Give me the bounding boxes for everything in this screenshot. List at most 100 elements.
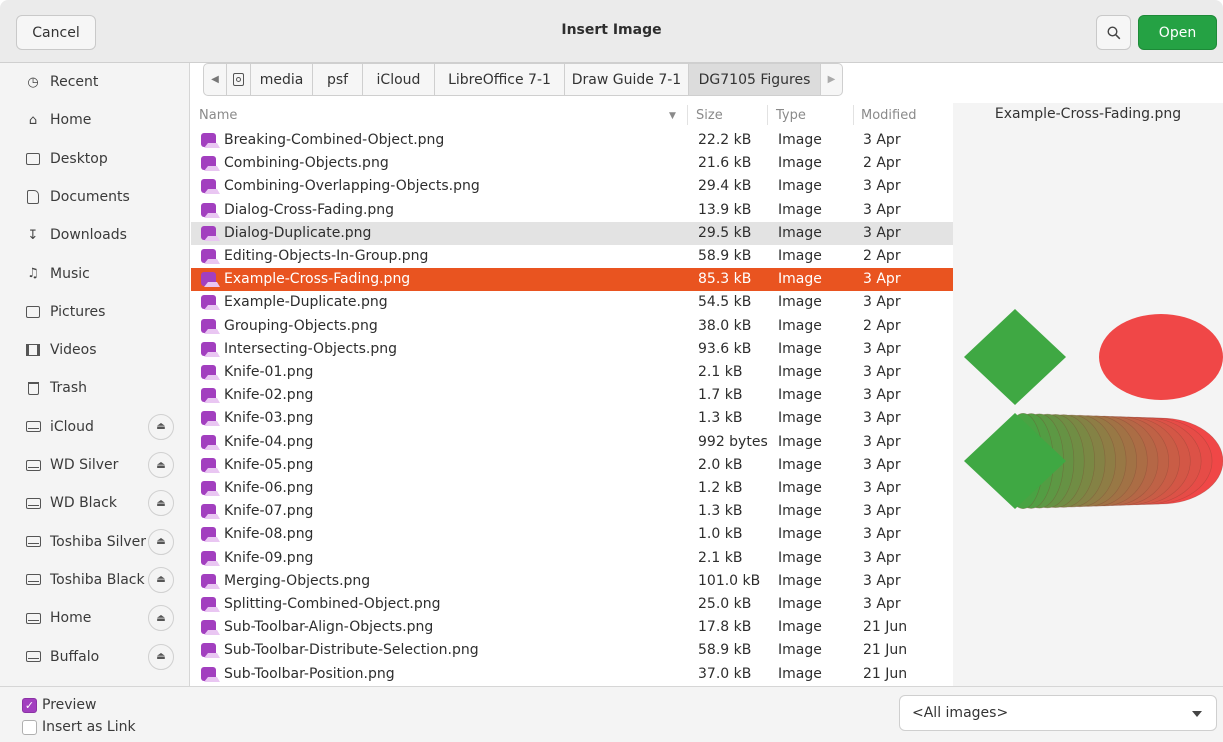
document-icon	[25, 189, 41, 205]
path-forward-button[interactable]: ▶	[821, 63, 843, 96]
column-name[interactable]: Name	[199, 108, 237, 123]
eject-icon[interactable]: ⏏	[148, 605, 174, 632]
file-name: Example-Cross-Fading.png	[224, 271, 411, 288]
file-row[interactable]: Breaking-Combined-Object.png 22.2 kB Image…	[191, 129, 953, 152]
crumb-media[interactable]: media	[251, 63, 313, 96]
file-modified: 3 Apr	[863, 201, 901, 218]
file-modified: 21 Jun	[863, 619, 908, 636]
file-row[interactable]: Example-Cross-Fading.png 85.3 kB Image 3 Ap…	[191, 268, 953, 292]
path-back-button[interactable]: ◀	[203, 63, 227, 96]
file-row[interactable]: Dialog-Duplicate.png 29.5 kB Image 3 Apr	[191, 221, 953, 245]
column-size[interactable]: Size	[696, 108, 723, 123]
sidebar-item-downloads[interactable]: ↧ Downloads	[0, 216, 190, 254]
preview-checkbox[interactable]: ✓	[22, 698, 37, 713]
sidebar-item-toshiba-silver[interactable]: Toshiba Silver ⏏	[0, 523, 190, 561]
file-row[interactable]: Editing-Objects-In-Group.png 58.9 kB Image…	[191, 245, 953, 268]
file-row[interactable]: Sub-Toolbar-Position.png 37.0 kB Image 21 J…	[191, 663, 953, 686]
file-row[interactable]: Sub-Toolbar-Align-Objects.png 17.8 kB Imag…	[191, 616, 953, 639]
file-row[interactable]: Example-Duplicate.png 54.5 kB Image 3 Apr	[191, 291, 953, 314]
crumb-draw-guide[interactable]: Draw Guide 7-1	[565, 63, 689, 96]
file-row[interactable]: Knife-09.png 2.1 kB Image 3 Apr	[191, 547, 953, 570]
insert-as-link-checkbox[interactable]	[22, 720, 37, 735]
sidebar-item-label: Desktop	[50, 150, 108, 167]
eject-icon[interactable]: ⏏	[148, 490, 174, 517]
sidebar-item-recent[interactable]: ◷ Recent	[0, 63, 190, 101]
file-size: 1.2 kB	[698, 480, 743, 496]
sidebar-item-toshiba-black[interactable]: Toshiba Black ⏏	[0, 561, 190, 599]
preview-checkbox-label[interactable]: Preview	[42, 697, 97, 713]
file-list[interactable]: Name ▼ Size Type Modified Breaking-Combi…	[191, 103, 953, 686]
file-row[interactable]: Knife-04.png 992 bytes Image 3 Apr	[191, 431, 953, 454]
file-row[interactable]: Grouping-Objects.png 38.0 kB Image 2 Apr	[191, 315, 953, 338]
file-type: Image	[778, 596, 822, 612]
open-button[interactable]: Open	[1138, 15, 1217, 50]
sidebar-item-label: Documents	[50, 188, 130, 205]
eject-icon[interactable]: ⏏	[148, 643, 174, 670]
file-type-filter[interactable]: <All images>	[899, 695, 1217, 731]
file-size: 1.0 kB	[698, 526, 743, 543]
dropdown-arrow-icon	[1192, 711, 1202, 717]
file-modified: 3 Apr	[863, 340, 901, 357]
image-file-icon	[201, 295, 220, 311]
file-row[interactable]: Knife-02.png 1.7 kB Image 3 Apr	[191, 384, 953, 407]
file-modified: 3 Apr	[863, 549, 901, 566]
file-size: 13.9 kB	[698, 201, 752, 218]
file-row[interactable]: Knife-05.png 2.0 kB Image 3 Apr	[191, 454, 953, 477]
sidebar-item-home[interactable]: Home ⏏	[0, 599, 190, 637]
file-modified: 3 Apr	[863, 503, 901, 520]
file-name: Merging-Objects.png	[224, 572, 371, 589]
sidebar-item-buffalo[interactable]: Buffalo ⏏	[0, 638, 190, 676]
drive-icon	[25, 495, 41, 511]
file-row[interactable]: Knife-03.png 1.3 kB Image 3 Apr	[191, 407, 953, 430]
column-modified[interactable]: Modified	[861, 108, 916, 123]
sidebar-item-documents[interactable]: Documents	[0, 178, 190, 216]
image-file-icon	[201, 133, 220, 148]
file-type: Image	[778, 642, 822, 659]
sidebar-item-videos[interactable]: Videos	[0, 331, 190, 369]
sidebar-item-wd-silver[interactable]: WD Silver ⏏	[0, 446, 190, 484]
file-modified: 3 Apr	[863, 364, 901, 380]
sort-down-icon: ▼	[669, 111, 676, 121]
sidebar-item-desktop[interactable]: Desktop	[0, 140, 190, 178]
path-root-button[interactable]	[227, 63, 251, 96]
file-size: 29.4 kB	[698, 178, 752, 195]
sidebar-item-home[interactable]: ⌂ Home	[0, 101, 190, 139]
file-row[interactable]: Knife-08.png 1.0 kB Image 3 Apr	[191, 523, 953, 546]
footer: ✓ Preview Insert as Link <All images>	[0, 686, 1223, 742]
file-row[interactable]: Combining-Objects.png 21.6 kB Image 2 Apr	[191, 152, 953, 175]
insert-as-link-label[interactable]: Insert as Link	[42, 719, 136, 735]
file-row[interactable]: Knife-01.png 2.1 kB Image 3 Apr	[191, 361, 953, 384]
file-row[interactable]: Knife-07.png 1.3 kB Image 3 Apr	[191, 500, 953, 523]
places-sidebar: ◷ Recent ⌂ Home Desktop Documents ↧ Downloads ♫ M…	[0, 63, 190, 686]
file-row[interactable]: Merging-Objects.png 101.0 kB Image 3 Apr	[191, 570, 953, 593]
image-file-icon	[201, 620, 220, 636]
eject-icon[interactable]: ⏏	[148, 528, 174, 555]
sidebar-item-trash[interactable]: Trash	[0, 369, 190, 407]
file-name: Sub-Toolbar-Position.png	[224, 665, 395, 682]
column-type[interactable]: Type	[776, 108, 806, 123]
sidebar-item-wd-black[interactable]: WD Black ⏏	[0, 484, 190, 522]
file-row[interactable]: Knife-06.png 1.2 kB Image 3 Apr	[191, 477, 953, 500]
crumb-dg7105-figures[interactable]: DG7105 Figures	[689, 63, 821, 96]
sidebar-item-icloud[interactable]: iCloud ⏏	[0, 408, 190, 446]
file-modified: 2 Apr	[863, 248, 901, 264]
sidebar-item-music[interactable]: ♫ Music	[0, 255, 190, 293]
file-row[interactable]: Dialog-Cross-Fading.png 13.9 kB Image 3 Apr	[191, 199, 953, 222]
file-row[interactable]: Sub-Toolbar-Distribute-Selection.png 58.9…	[191, 639, 953, 662]
file-size: 38.0 kB	[698, 317, 752, 334]
crumb-libreoffice[interactable]: LibreOffice 7-1	[435, 63, 565, 96]
sidebar-item-pictures[interactable]: Pictures	[0, 293, 190, 331]
file-row[interactable]: Intersecting-Objects.png 93.6 kB Image 3 Ap…	[191, 338, 953, 361]
image-file-icon	[201, 272, 220, 288]
eject-icon[interactable]: ⏏	[148, 452, 174, 478]
image-file-icon	[201, 573, 220, 589]
eject-icon[interactable]: ⏏	[148, 413, 174, 440]
image-file-icon	[201, 666, 220, 682]
search-button[interactable]	[1096, 15, 1131, 50]
eject-icon[interactable]: ⏏	[148, 566, 174, 593]
crumb-psf[interactable]: psf	[313, 63, 363, 96]
file-row[interactable]: Combining-Overlapping-Objects.png 29.4 kB…	[191, 175, 953, 198]
file-row[interactable]: Splitting-Combined-Object.png 25.0 kB Imag…	[191, 593, 953, 616]
crumb-icloud[interactable]: iCloud	[363, 63, 435, 96]
file-type: Image	[778, 248, 822, 264]
